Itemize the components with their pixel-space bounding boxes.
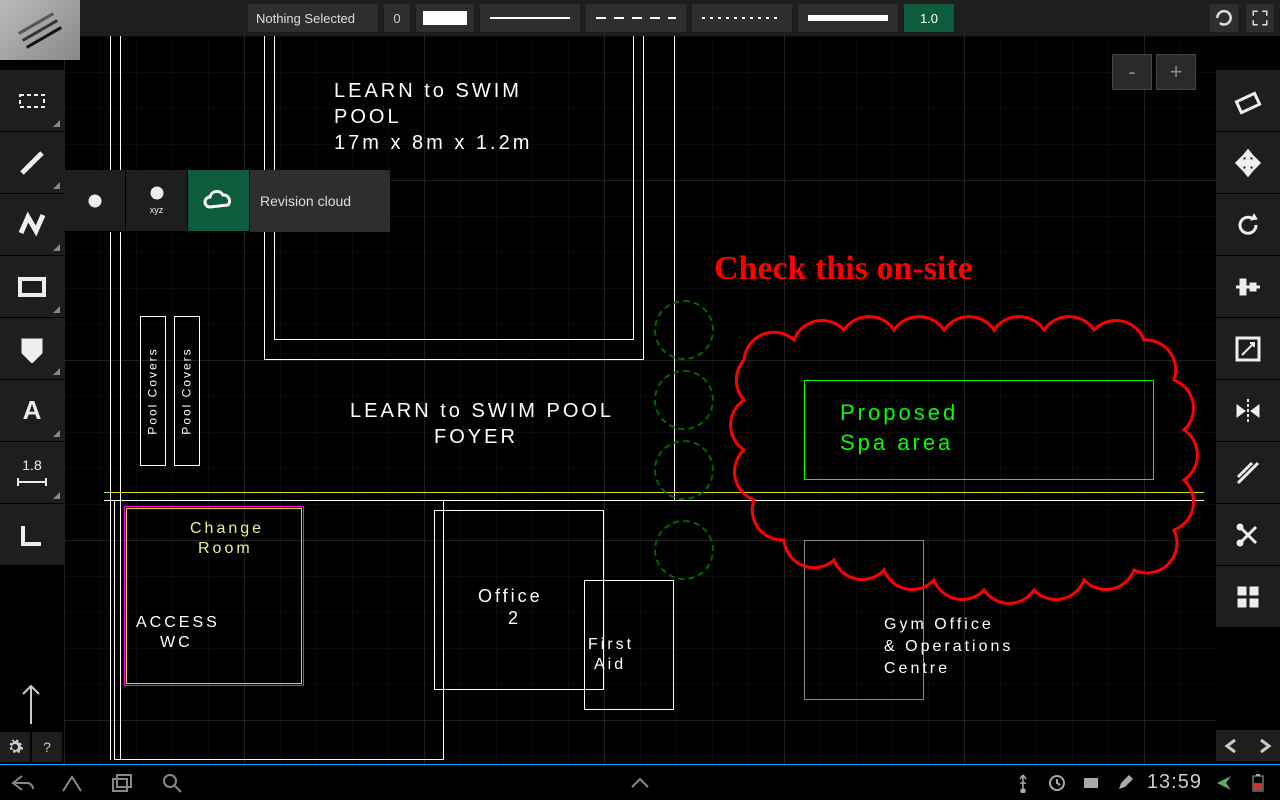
trim-tool[interactable] bbox=[1216, 504, 1280, 566]
gym-label3: Centre bbox=[884, 660, 950, 678]
app-thumbnail[interactable] bbox=[0, 0, 80, 60]
search-icon[interactable] bbox=[160, 771, 184, 795]
color-swatch[interactable] bbox=[416, 4, 474, 32]
annotation-text: Check this on-site bbox=[714, 250, 973, 288]
back-icon[interactable] bbox=[10, 771, 34, 795]
foyer-label: LEARN to SWIM POOL bbox=[350, 400, 614, 423]
expand-panel-icon[interactable] bbox=[628, 771, 652, 795]
shape-tool[interactable] bbox=[0, 318, 64, 380]
pool-cover-2: Pool Covers bbox=[174, 316, 200, 466]
bottom-left-controls: ? bbox=[0, 732, 62, 762]
help-icon[interactable]: ? bbox=[32, 732, 62, 762]
wall-left2 bbox=[120, 0, 121, 760]
text-tool[interactable]: A bbox=[0, 380, 64, 442]
expand-up-icon[interactable] bbox=[16, 678, 46, 728]
zoom-in-button[interactable]: + bbox=[1156, 54, 1196, 90]
firstaid-label2: Aid bbox=[594, 656, 626, 674]
firstaid-label: First bbox=[588, 636, 634, 654]
pool-dims: 17m x 8m x 1.2m bbox=[334, 132, 532, 155]
recents-icon[interactable] bbox=[110, 771, 134, 795]
wc-label: WC bbox=[160, 634, 193, 652]
clock: 13:59 bbox=[1147, 771, 1202, 794]
pool-cover-1: Pool Covers bbox=[140, 316, 166, 466]
rectangle-tool[interactable] bbox=[0, 256, 64, 318]
step-forward-icon[interactable] bbox=[1248, 730, 1280, 762]
move-tool[interactable] bbox=[1216, 132, 1280, 194]
line-tool[interactable] bbox=[0, 132, 64, 194]
ortho-tool[interactable] bbox=[0, 504, 64, 566]
access-label: ACCESS bbox=[136, 614, 220, 632]
explode-tool[interactable] bbox=[1216, 566, 1280, 628]
revision-cloud-tool[interactable] bbox=[188, 170, 250, 232]
scale-tool[interactable] bbox=[1216, 318, 1280, 380]
change-label: Change bbox=[190, 520, 264, 538]
offset-tool[interactable] bbox=[1216, 442, 1280, 504]
pool-label2: POOL bbox=[334, 106, 402, 129]
lineweight-preview[interactable] bbox=[798, 4, 898, 32]
pool-label: LEARN to SWIM bbox=[334, 80, 522, 103]
fullscreen-icon[interactable] bbox=[1246, 4, 1274, 32]
dimension-tool[interactable]: 1.8 bbox=[0, 442, 64, 504]
mirror-tool[interactable] bbox=[1216, 380, 1280, 442]
tool-popup-label: Revision cloud bbox=[250, 170, 390, 232]
notification-icon bbox=[1079, 771, 1103, 795]
undo-icon[interactable] bbox=[1210, 4, 1238, 32]
edit-status-icon bbox=[1113, 771, 1137, 795]
selection-status[interactable]: Nothing Selected bbox=[248, 4, 378, 32]
revision-cloud bbox=[704, 280, 1214, 640]
battery-icon bbox=[1246, 771, 1270, 795]
airplane-icon bbox=[1212, 771, 1236, 795]
settings-icon[interactable] bbox=[0, 732, 30, 762]
linestyle-solid[interactable] bbox=[480, 4, 580, 32]
wall-left bbox=[110, 0, 111, 760]
select-tool[interactable] bbox=[0, 70, 64, 132]
rotate-tool[interactable] bbox=[1216, 194, 1280, 256]
step-back-icon[interactable] bbox=[1216, 730, 1248, 762]
zoom-out-button[interactable]: - bbox=[1112, 54, 1152, 90]
polyline-tool[interactable] bbox=[0, 194, 64, 256]
linestyle-dot[interactable] bbox=[692, 4, 792, 32]
selection-count: 0 bbox=[384, 4, 410, 32]
lineweight-value[interactable]: 1.0 bbox=[904, 4, 954, 32]
sync-icon bbox=[1045, 771, 1069, 795]
room-label: Room bbox=[198, 540, 253, 558]
align-tool[interactable] bbox=[1216, 256, 1280, 318]
point-xyz-tool[interactable]: xyz bbox=[126, 170, 188, 232]
top-toolbar: Nothing Selected 0 1.0 bbox=[0, 0, 1280, 36]
right-toolbar bbox=[1216, 70, 1280, 628]
eraser-tool[interactable] bbox=[1216, 70, 1280, 132]
office-num: 2 bbox=[508, 608, 521, 629]
system-bar: 13:59 bbox=[0, 764, 1280, 800]
left-toolbar: A 1.8 bbox=[0, 70, 64, 566]
drawing-canvas[interactable]: Pool Covers Pool Covers LEARN to SWIM PO… bbox=[64, 0, 1216, 764]
gym-label2: & Operations bbox=[884, 638, 1013, 656]
foyer-label2: FOYER bbox=[434, 426, 518, 449]
office-label: Office bbox=[478, 586, 543, 607]
linestyle-dash[interactable] bbox=[586, 4, 686, 32]
point-tool[interactable] bbox=[64, 170, 126, 232]
usb-icon bbox=[1011, 771, 1035, 795]
zoom-controls: - + bbox=[1112, 54, 1196, 90]
home-icon[interactable] bbox=[60, 771, 84, 795]
tool-popup: xyz Revision cloud bbox=[64, 170, 390, 232]
